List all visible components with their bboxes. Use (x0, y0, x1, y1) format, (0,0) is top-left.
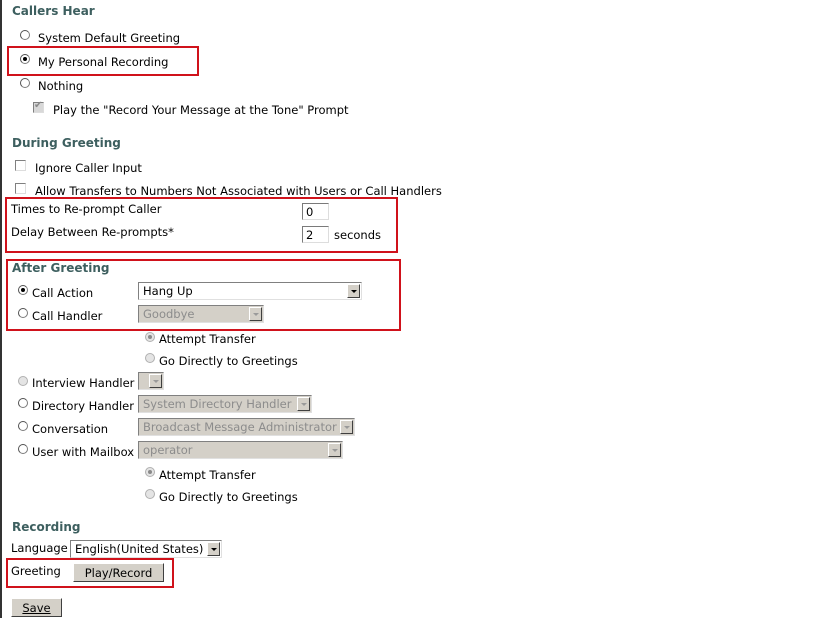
conversation-select[interactable]: Broadcast Message Administrator (138, 418, 355, 436)
radio-conversation[interactable] (18, 421, 28, 431)
label-handler-attempt-transfer: Attempt Transfer (159, 332, 256, 346)
label-allow-transfers: Allow Transfers to Numbers Not Associate… (35, 184, 442, 198)
chevron-down-icon[interactable] (149, 374, 162, 388)
label-directory-handler: Directory Handler (32, 399, 134, 413)
language-select[interactable]: English(United States) (70, 540, 222, 558)
label-nothing: Nothing (38, 79, 84, 93)
page-left-border (0, 0, 2, 618)
radio-nothing[interactable] (20, 78, 30, 88)
user-mailbox-select[interactable]: operator (138, 441, 343, 459)
chevron-down-icon[interactable] (340, 420, 353, 434)
radio-system-default-greeting[interactable] (20, 30, 30, 40)
highlight-personal-recording (7, 46, 199, 76)
directory-handler-value: System Directory Handler (143, 397, 292, 411)
highlight-reprompt (5, 197, 398, 253)
radio-handler-go-directly[interactable] (145, 353, 155, 363)
label-ignore-caller-input: Ignore Caller Input (35, 161, 142, 175)
radio-mailbox-attempt-transfer[interactable] (145, 467, 155, 477)
checkbox-play-prompt[interactable]: ✔ (33, 100, 44, 113)
label-system-default-greeting: System Default Greeting (38, 31, 181, 45)
highlight-after-greeting (6, 259, 401, 331)
chevron-down-icon[interactable] (207, 542, 220, 556)
label-handler-go-directly: Go Directly to Greetings (159, 354, 298, 368)
radio-directory-handler[interactable] (18, 398, 28, 408)
checkbox-allow-transfers[interactable] (15, 183, 26, 194)
checkmark-icon: ✔ (34, 100, 43, 111)
label-user-with-mailbox: User with Mailbox (32, 445, 135, 459)
user-mailbox-value: operator (143, 443, 193, 457)
conversation-value: Broadcast Message Administrator (143, 420, 337, 434)
radio-interview-handler[interactable] (18, 376, 28, 386)
label-language: Language (11, 541, 68, 555)
interview-handler-select[interactable] (138, 372, 164, 390)
chevron-down-icon[interactable] (328, 443, 341, 457)
label-play-prompt: Play the "Record Your Message at the Ton… (53, 103, 349, 117)
save-button[interactable]: Save (11, 598, 62, 617)
label-mailbox-attempt-transfer: Attempt Transfer (159, 468, 256, 482)
checkbox-ignore-caller-input[interactable] (15, 160, 26, 171)
recording-heading: Recording (12, 520, 81, 534)
label-mailbox-go-directly: Go Directly to Greetings (159, 490, 298, 504)
callers-hear-heading: Callers Hear (12, 4, 95, 18)
save-label: Save (22, 601, 51, 615)
label-interview-handler: Interview Handler (32, 376, 135, 390)
label-conversation: Conversation (32, 422, 109, 436)
during-greeting-heading: During Greeting (12, 136, 121, 150)
radio-user-with-mailbox[interactable] (18, 444, 28, 454)
radio-handler-attempt-transfer[interactable] (145, 332, 155, 342)
language-value: English(United States) (75, 542, 204, 556)
chevron-down-icon[interactable] (297, 397, 310, 411)
highlight-greeting (6, 558, 174, 588)
directory-handler-select[interactable]: System Directory Handler (138, 395, 312, 413)
radio-mailbox-go-directly[interactable] (145, 489, 155, 499)
